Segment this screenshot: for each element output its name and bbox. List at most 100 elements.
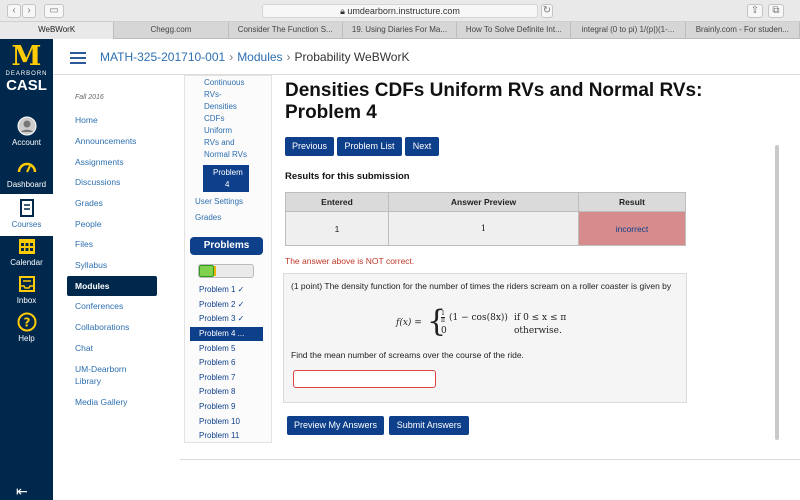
column-header: Result <box>578 192 686 212</box>
course-nav-assignments[interactable]: Assignments <box>67 152 157 172</box>
problem-link[interactable]: Problem 8 <box>190 385 263 399</box>
course-nav-chat[interactable]: Chat <box>67 338 157 358</box>
progress-fill <box>199 265 214 277</box>
breadcrumb-current: Probability WeBWorK <box>294 50 410 64</box>
problem-link[interactable]: Problem 11 <box>190 429 263 443</box>
problem-link[interactable]: Problem 1 ✓ <box>190 283 263 297</box>
formula-lhs: f(x) = <box>396 318 422 328</box>
browser-tab-bar: WeBWorK Chegg.com Consider The Function … <box>0 22 800 39</box>
problem-link[interactable]: Problem 5 <box>190 342 263 356</box>
course-nav-files[interactable]: Files <box>67 234 157 254</box>
problems-header: Problems <box>190 237 263 255</box>
formula-case2-cond: otherwise. <box>514 326 562 336</box>
formula-case1-expr: (1 − cos(8x)) <box>449 313 508 323</box>
browser-tab[interactable]: How To Solve Definite Int... <box>457 22 572 39</box>
help-icon: ? <box>17 312 36 332</box>
browser-tab[interactable]: Chegg.com <box>114 22 229 39</box>
course-nav-library[interactable]: UM-Dearborn Library <box>67 360 147 390</box>
course-nav-syllabus[interactable]: Syllabus <box>67 255 157 275</box>
course-nav-modules[interactable]: Modules <box>67 276 157 296</box>
global-nav-help[interactable]: ? Help <box>0 308 53 350</box>
course-nav-media-gallery[interactable]: Media Gallery <box>67 392 157 412</box>
problem-link[interactable]: Problem 2 ✓ <box>190 298 263 312</box>
current-problem-link[interactable]: Problem 4 <box>203 165 249 192</box>
entered-cell: 1 <box>285 211 389 246</box>
course-nav-people[interactable]: People <box>67 214 157 234</box>
global-nav-courses[interactable]: Courses <box>0 194 53 236</box>
table-header-row: Entered Answer Preview Result <box>285 192 686 212</box>
chevron-right-icon: › <box>286 50 291 64</box>
header-divider <box>53 74 800 75</box>
breadcrumb-modules[interactable]: Modules <box>237 50 282 64</box>
result-cell: incorrect <box>578 211 686 246</box>
school-logo[interactable]: M DEARBORN CASL <box>0 39 53 101</box>
page-title: Densities CDFs Uniform RVs and Normal RV… <box>285 80 703 123</box>
results-heading: Results for this submission <box>285 171 410 182</box>
problem-link[interactable]: Problem 3 ✓ <box>190 312 263 326</box>
share-icon[interactable]: ⇪ <box>747 4 763 18</box>
course-nav-grades[interactable]: Grades <box>67 193 157 213</box>
course-nav-conferences[interactable]: Conferences <box>67 296 157 316</box>
inbox-icon <box>18 276 35 292</box>
breadcrumb-course[interactable]: MATH-325-201710-001 <box>100 50 225 64</box>
density-formula: f(x) = { 1 π (1 − cos(8x)) if 0 ≤ x ≤ π … <box>396 307 616 339</box>
chevron-right-icon: › <box>229 50 234 64</box>
collapse-nav-icon[interactable]: ⇤ <box>16 483 28 500</box>
back-icon[interactable]: ‹ <box>7 4 21 18</box>
problem-link[interactable]: Problem 7 <box>190 371 263 385</box>
formula-case2-expr: 0 <box>441 326 447 336</box>
answer-preview-cell: 1 <box>388 211 579 246</box>
browser-tab[interactable]: WeBWorK <box>0 22 115 39</box>
url-bar[interactable]: 🔒︎ umdearborn.instructure.com <box>262 4 538 18</box>
submit-answers-button[interactable]: Submit Answers <box>389 416 469 435</box>
browser-tab[interactable]: Consider The Function S... <box>229 22 343 39</box>
problem-set-link[interactable]: Continuous RVs- Densities CDFs Uniform R… <box>204 77 264 161</box>
course-nav-collaborations[interactable]: Collaborations <box>67 317 157 337</box>
sidebar-toggle-icon[interactable]: ▭ <box>44 4 64 18</box>
answer-input[interactable] <box>293 370 436 388</box>
term-label: Fall 2016 <box>75 94 104 101</box>
table-row: 1 1 incorrect <box>285 211 686 246</box>
problem-link[interactable]: Problem 6 <box>190 356 263 370</box>
browser-toolbar: ‹ › ▭ 🔒︎ umdearborn.instructure.com ↻ ⇪ … <box>0 0 800 22</box>
problem-link[interactable]: Problem 9 <box>190 400 263 414</box>
forward-icon[interactable]: › <box>22 4 36 18</box>
column-header: Answer Preview <box>388 192 579 212</box>
user-settings-link[interactable]: User Settings <box>195 196 243 208</box>
reload-icon[interactable]: ↻ <box>541 4 553 18</box>
global-nav-inbox[interactable]: Inbox <box>0 270 53 312</box>
progress-bar <box>198 264 254 278</box>
browser-tab[interactable]: 19. Using Diaries For Ma... <box>343 22 458 39</box>
next-button[interactable]: Next <box>405 137 439 156</box>
problem-link-current[interactable]: Problem 4 ... <box>190 327 263 341</box>
question-text: Find the mean number of screams over the… <box>291 350 524 360</box>
tabs-overview-icon[interactable]: ⧉ <box>768 4 784 18</box>
column-header: Entered <box>285 192 389 212</box>
global-nav-calendar[interactable]: Calendar <box>0 232 53 274</box>
lock-icon: 🔒︎ <box>340 6 345 16</box>
preview-answers-button[interactable]: Preview My Answers <box>287 416 384 435</box>
courses-icon <box>19 199 34 217</box>
problem-link[interactable]: Problem 10 <box>190 415 263 429</box>
svg-text:?: ? <box>23 316 30 330</box>
calendar-icon <box>18 239 35 254</box>
global-nav-account[interactable]: Account <box>0 112 53 154</box>
formula-fraction: 1 π <box>441 310 445 324</box>
course-nav-discussions[interactable]: Discussions <box>67 172 157 192</box>
results-table: Entered Answer Preview Result 1 1 incorr… <box>285 192 686 246</box>
course-nav-announcements[interactable]: Announcements <box>67 131 157 151</box>
course-nav-home[interactable]: Home <box>67 110 157 130</box>
global-nav-dashboard[interactable]: Dashboard <box>0 154 53 196</box>
grades-link[interactable]: Grades <box>195 212 221 224</box>
previous-button[interactable]: Previous <box>285 137 334 156</box>
breadcrumb: MATH-325-201710-001 › Modules › Probability … <box>100 50 409 64</box>
account-icon <box>17 116 36 136</box>
dashboard-icon <box>17 162 36 173</box>
progress-current-marker <box>214 266 216 276</box>
scrollbar[interactable] <box>775 145 779 440</box>
browser-tab[interactable]: Brainly.com - For studen... <box>686 22 800 39</box>
hamburger-menu-icon[interactable] <box>70 52 86 64</box>
browser-tab[interactable]: integral (0 to pi) 1/(p|)(1-... <box>571 22 686 39</box>
url-text: umdearborn.instructure.com <box>347 6 460 16</box>
problem-list-button[interactable]: Problem List <box>337 137 402 156</box>
